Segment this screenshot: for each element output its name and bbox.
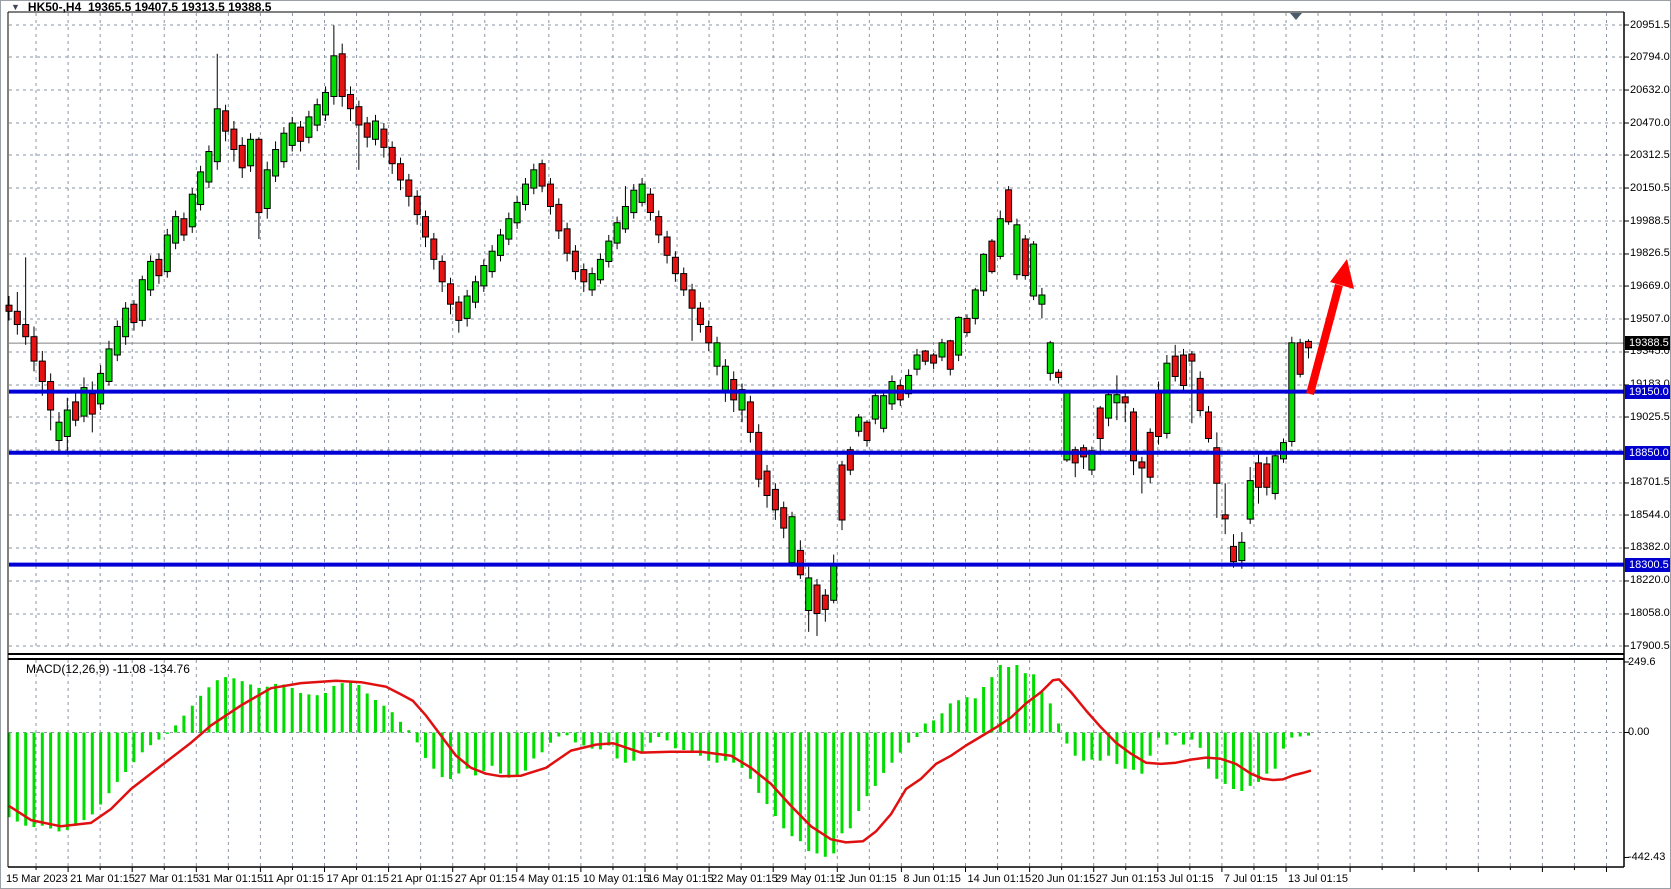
mt4-chart-window: ▼ HK50-,H4 19365.5 19407.5 19313.5 19388… xyxy=(0,0,1671,889)
time-axis-label: 29 May 01:15 xyxy=(775,873,842,885)
price-axis-label: 19988.5 xyxy=(1630,215,1670,227)
chart-canvas[interactable] xyxy=(1,1,1671,889)
macd-axis-label: 0.00 xyxy=(1628,726,1649,738)
time-axis-label: 31 Mar 01:15 xyxy=(198,873,263,885)
time-axis-label: 21 Apr 01:15 xyxy=(391,873,453,885)
time-axis-label: 22 May 01:15 xyxy=(711,873,778,885)
bar-position-marker-icon xyxy=(1290,13,1302,20)
price-axis-label: 20312.5 xyxy=(1630,149,1670,161)
time-axis-label: 17 Apr 01:15 xyxy=(327,873,389,885)
time-axis-label: 14 Jun 01:15 xyxy=(968,873,1032,885)
time-axis-label: 15 Mar 2023 xyxy=(6,873,68,885)
time-axis-label: 3 Jul 01:15 xyxy=(1160,873,1214,885)
time-axis-label: 27 Apr 01:15 xyxy=(455,873,517,885)
price-axis-label: 19826.5 xyxy=(1630,247,1670,259)
price-axis-label: 18058.0 xyxy=(1630,607,1670,619)
time-axis-label: 11 Apr 01:15 xyxy=(262,873,324,885)
price-axis-label: 19669.0 xyxy=(1630,280,1670,292)
price-axis-label: 19507.0 xyxy=(1630,313,1670,325)
time-axis-label: 10 May 01:15 xyxy=(583,873,650,885)
macd-indicator-label: MACD(12,26,9) -11.08 -134.76 xyxy=(26,662,190,676)
time-axis-label: 13 Jul 01:15 xyxy=(1288,873,1348,885)
up-arrow-annotation[interactable] xyxy=(1310,259,1354,394)
chart-title-row: ▼ HK50-,H4 19365.5 19407.5 19313.5 19388… xyxy=(11,1,271,13)
price-axis-label: 18220.0 xyxy=(1630,574,1670,586)
macd-axis-label: -442.43 xyxy=(1628,851,1665,863)
time-axis-label: 21 Mar 01:15 xyxy=(70,873,135,885)
hline-price-tag: 19150.0 xyxy=(1625,385,1671,399)
price-axis-label: 19025.5 xyxy=(1630,411,1670,423)
price-axis-label: 20632.0 xyxy=(1630,84,1670,96)
hline-price-tag: 18850.0 xyxy=(1625,446,1671,460)
time-axis-label: 20 Jun 01:15 xyxy=(1032,873,1096,885)
time-axis-label: 27 Jun 01:15 xyxy=(1096,873,1160,885)
hline-price-tag: 18300.5 xyxy=(1625,558,1671,572)
time-axis-label: 16 May 01:15 xyxy=(647,873,714,885)
price-axis-label: 20794.0 xyxy=(1630,51,1670,63)
price-axis-label: 20951.5 xyxy=(1630,19,1670,31)
price-axis-label: 18544.0 xyxy=(1630,509,1670,521)
current-price-tag: 19388.5 xyxy=(1625,336,1671,350)
symbol-ohlc-title: HK50-,H4 19365.5 19407.5 19313.5 19388.5 xyxy=(28,0,272,14)
time-axis-label: 8 Jun 01:15 xyxy=(903,873,961,885)
price-axis-label: 18382.0 xyxy=(1630,541,1670,553)
macd-axis-label: 249.6 xyxy=(1628,656,1656,668)
time-axis-label: 7 Jul 01:15 xyxy=(1224,873,1278,885)
candles-layer xyxy=(6,25,1312,636)
price-axis-label: 20470.0 xyxy=(1630,117,1670,129)
grid-vertical xyxy=(36,13,1606,867)
time-axis-label: 27 Mar 01:15 xyxy=(134,873,199,885)
macd-histogram xyxy=(8,665,1311,857)
time-axis-label: 2 Jun 01:15 xyxy=(839,873,897,885)
price-axis-label: 20150.5 xyxy=(1630,182,1670,194)
time-axis-label: 4 May 01:15 xyxy=(519,873,580,885)
price-axis-label: 18701.5 xyxy=(1630,476,1670,488)
dropdown-triangle-icon[interactable]: ▼ xyxy=(11,2,20,12)
price-axis-label: 17900.5 xyxy=(1630,640,1670,652)
